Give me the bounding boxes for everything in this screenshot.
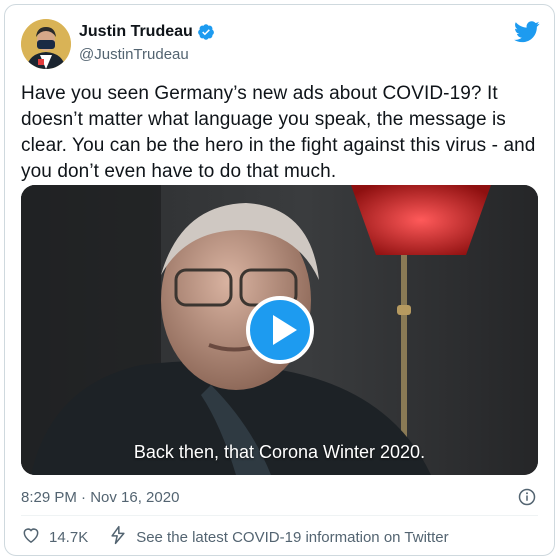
divider [21,515,538,516]
author-handle[interactable]: @JustinTrudeau [79,46,189,63]
avatar-image [21,19,71,69]
tweet-timestamp[interactable]: 8:29 PM · Nov 16, 2020 [21,489,179,506]
verified-badge-icon [197,23,215,41]
lightning-icon [108,525,128,549]
heart-icon [21,525,41,549]
author-name-row: Justin Trudeau [79,23,215,41]
like-button[interactable]: 14.7K [21,525,88,549]
play-icon[interactable] [246,296,314,364]
video-subtitle: Back then, that Corona Winter 2020. [133,442,426,462]
author-name[interactable]: Justin Trudeau [79,23,193,41]
tweet-card: Justin Trudeau @JustinTrudeau Have you s… [4,4,555,556]
twitter-bird-icon[interactable] [514,21,540,43]
covid-info-link[interactable]: See the latest COVID-19 information on T… [108,525,449,549]
covid-info-label: See the latest COVID-19 information on T… [136,528,449,546]
video-player[interactable]: Back then, that Corona Winter 2020. [21,185,538,475]
avatar[interactable] [21,19,71,69]
tweet-actions: 14.7K See the latest COVID-19 informatio… [21,525,449,549]
info-icon[interactable] [518,488,536,506]
like-count: 14.7K [49,528,89,546]
tweet-text: Have you seen Germany’s new ads about CO… [21,83,536,182]
